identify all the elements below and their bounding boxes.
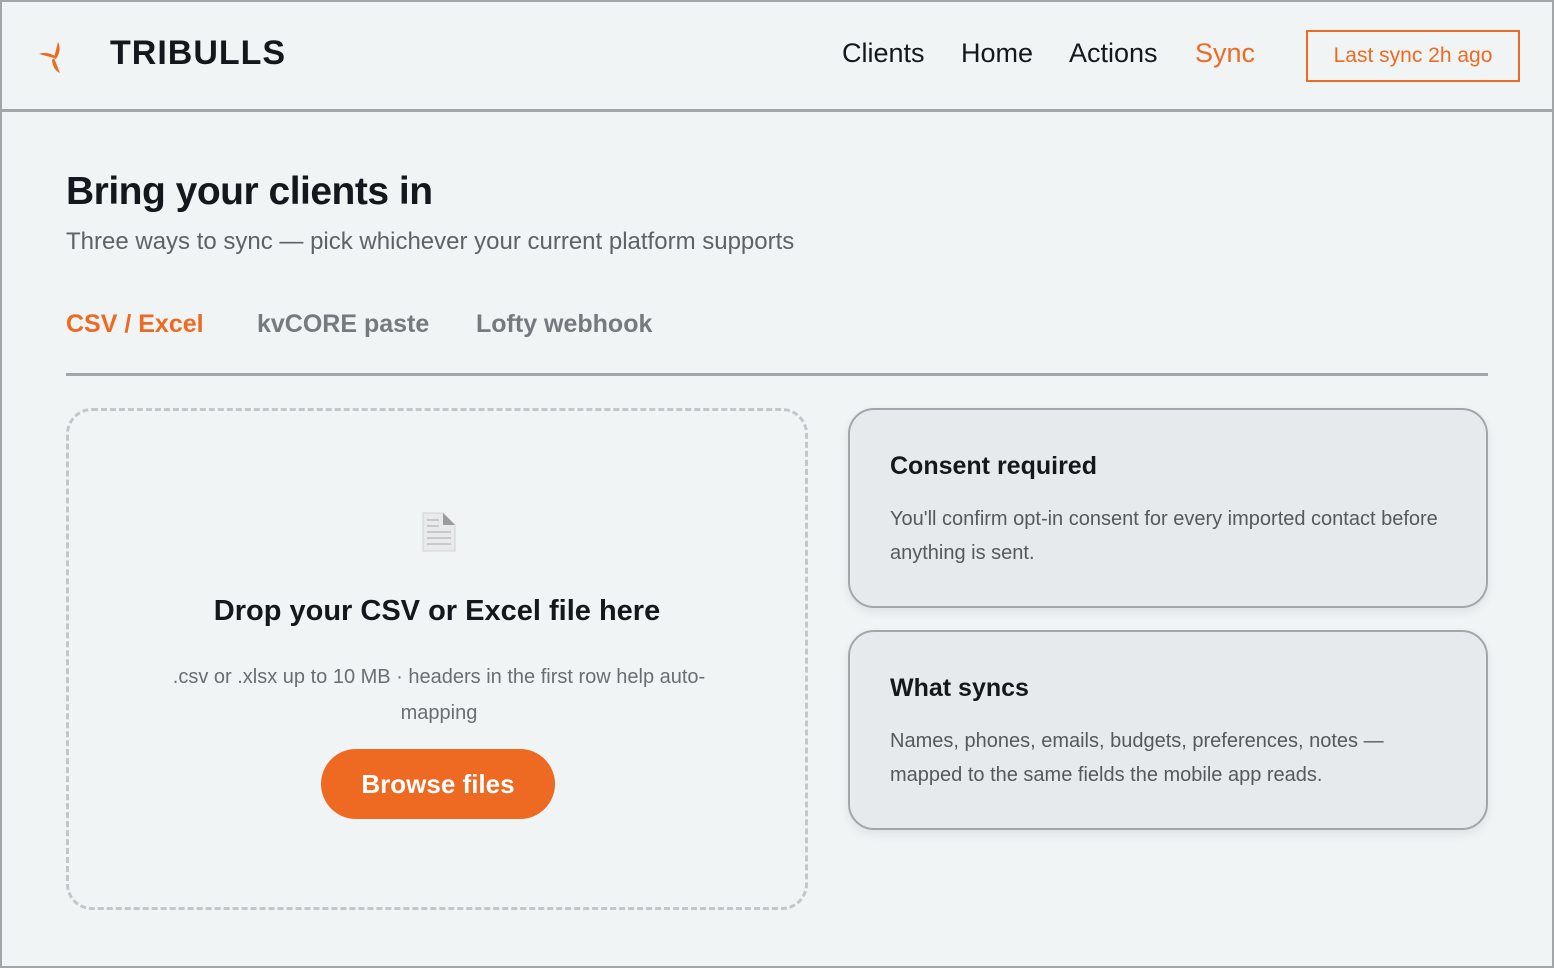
sync-method-tabs: CSV / Excel kvCORE paste Lofty webhook <box>66 310 1488 376</box>
tab-kvcore-paste[interactable]: kvCORE paste <box>257 310 429 339</box>
card-body: Names, phones, emails, budgets, preferen… <box>890 730 1384 786</box>
page-title: Bring your clients in <box>66 170 433 213</box>
page-subtitle: Three ways to sync — pick whichever your… <box>66 228 795 255</box>
tri-blade-logo-icon[interactable] <box>36 40 72 76</box>
nav-item-sync[interactable]: Sync <box>1195 38 1255 69</box>
last-sync-status-badge[interactable]: Last sync 2h ago <box>1306 30 1520 82</box>
nav-item-clients[interactable]: Clients <box>842 38 925 69</box>
top-header: TRIBULLS Clients Home Actions Sync Last … <box>2 2 1552 112</box>
card-title: What syncs <box>890 674 1029 702</box>
browse-files-button[interactable]: Browse files <box>321 749 555 819</box>
nav-item-actions[interactable]: Actions <box>1069 38 1158 69</box>
file-dropzone[interactable]: Drop your CSV or Excel file here .csv or… <box>66 408 808 910</box>
tab-lofty-webhook[interactable]: Lofty webhook <box>476 310 652 339</box>
nav-item-home[interactable]: Home <box>961 38 1033 69</box>
card-body: You'll confirm opt-in consent for every … <box>890 508 1438 564</box>
document-icon <box>421 511 457 553</box>
consent-info-card: Consent required You'll confirm opt-in c… <box>848 408 1488 608</box>
tab-csv-excel[interactable]: CSV / Excel <box>66 310 204 339</box>
dropzone-hint: .csv or .xlsx up to 10 MB · headers in t… <box>172 666 706 724</box>
card-title: Consent required <box>890 452 1097 480</box>
brand-name[interactable]: TRIBULLS <box>110 34 286 73</box>
what-syncs-info-card: What syncs Names, phones, emails, budget… <box>848 630 1488 830</box>
dropzone-title: Drop your CSV or Excel file here <box>213 595 661 627</box>
